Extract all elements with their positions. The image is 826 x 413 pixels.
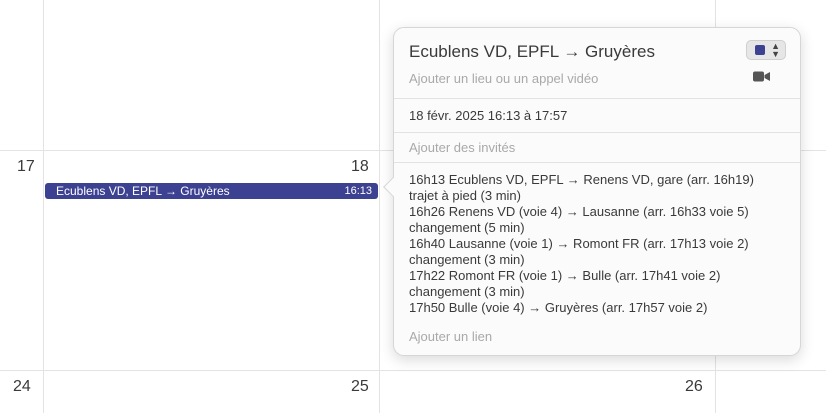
color-swatch (755, 45, 765, 55)
video-camera-icon[interactable] (753, 71, 770, 82)
separator (394, 98, 800, 99)
week-divider (0, 370, 826, 371)
event-title: Ecublens VD, EPFL → Gruyères (56, 184, 230, 198)
note-line: 17h50 Bulle (voie 4) → Gruyères (arr. 17… (409, 300, 708, 315)
day-number-25[interactable]: 25 (351, 378, 369, 396)
event-time: 16:13 (344, 185, 372, 197)
day-divider (379, 0, 380, 413)
location-input[interactable]: Ajouter un lieu ou un appel vidéo (409, 71, 598, 86)
day-number-17[interactable]: 17 (17, 158, 35, 176)
day-number-18[interactable]: 18 (351, 158, 369, 176)
day-divider (43, 0, 44, 413)
event-detail-popover: Ecublens VD, EPFL → Gruyères ▲ ▼ Ajouter … (383, 27, 801, 356)
note-line: 17h22 Romont FR (voie 1) → Bulle (arr. 1… (409, 268, 721, 283)
date-time-field[interactable]: 18 févr. 2025 16:13 à 17:57 (409, 108, 567, 123)
notes-field[interactable]: 16h13 Ecublens VD, EPFL → Renens VD, gar… (409, 172, 754, 316)
note-line: changement (3 min) (409, 252, 525, 267)
note-line: 16h13 Ecublens VD, EPFL → Renens VD, gar… (409, 172, 754, 187)
day-number-26[interactable]: 26 (685, 378, 703, 396)
note-line: 16h26 Renens VD (voie 4) → Lausanne (arr… (409, 204, 749, 219)
note-line: trajet à pied (3 min) (409, 188, 521, 203)
invitees-input[interactable]: Ajouter des invités (409, 140, 515, 155)
calendar-event[interactable]: Ecublens VD, EPFL → Gruyères 16:13 (45, 183, 378, 199)
separator (394, 132, 800, 133)
day-number-24[interactable]: 24 (13, 378, 31, 396)
chevron-up-down-icon: ▲ ▼ (771, 41, 780, 59)
separator (394, 162, 800, 163)
event-title-field[interactable]: Ecublens VD, EPFL → Gruyères (409, 42, 655, 62)
calendar-color-picker[interactable]: ▲ ▼ (746, 40, 786, 60)
add-link-input[interactable]: Ajouter un lien (409, 329, 492, 344)
note-line: 16h40 Lausanne (voie 1) → Romont FR (arr… (409, 236, 749, 251)
note-line: changement (5 min) (409, 220, 525, 235)
note-line: changement (3 min) (409, 284, 525, 299)
